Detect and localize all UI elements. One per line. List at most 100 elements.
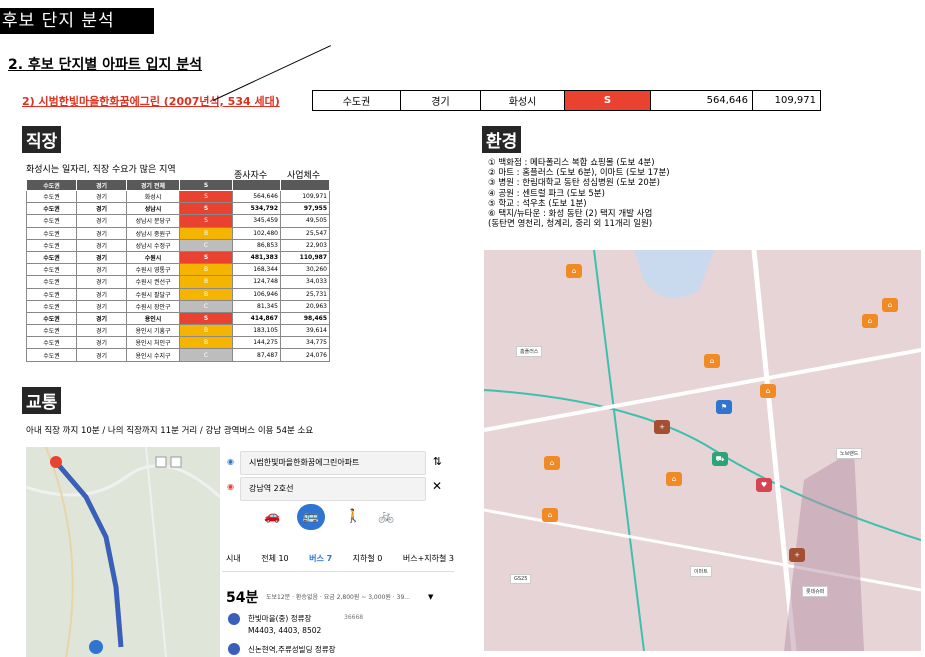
table-cell: 수도권 [26, 287, 77, 301]
car-mode-icon[interactable]: 🚗 [264, 509, 280, 524]
table-cell: 성남시 수정구 [126, 238, 180, 252]
table-cell: 경기 [76, 311, 127, 326]
tab-subway[interactable]: 지하철 0 [353, 553, 383, 564]
bike-mode-icon[interactable]: 🚲 [378, 509, 394, 524]
table-cell: 수도권 [26, 189, 77, 204]
table-cell: 87,487 [232, 348, 281, 362]
table-cell: 수도권 [26, 238, 77, 252]
shopping-marker-icon[interactable]: ♥ [756, 478, 772, 492]
grade-cell: S [179, 214, 233, 228]
place-marker-icon[interactable]: ⌂ [760, 384, 776, 398]
grade-cell: C [179, 299, 233, 313]
table-header-cell: 경기 전체 [126, 179, 180, 191]
summary-cell: 화성시 [480, 90, 565, 111]
tab-all[interactable]: 전체 10 [261, 553, 288, 564]
place-marker-icon[interactable]: ⌂ [666, 472, 682, 486]
origin-field[interactable]: 시범한빛마을한화꿈에그린아파트 [240, 451, 426, 475]
table-row: 수도권 경기 성남시 분당구 S 345,459 49,505 [26, 214, 330, 228]
table-cell: 성남시 [126, 202, 180, 216]
table-cell: 수도권 [26, 263, 77, 277]
bus-stop-icon [228, 643, 240, 655]
table-cell: 경기 [76, 275, 127, 289]
tab-bus[interactable]: 버스 7 [309, 553, 332, 564]
route-panel: ◉ 시범한빛마을한화꿈에그린아파트 ⇅ ◉ 강남역 2호선 ✕ 🚗 🚌 🚶 🚲 … [222, 447, 454, 657]
summary-cell: 경기 [400, 90, 481, 111]
table-cell: 수도권 [26, 311, 77, 326]
table-cell: 49,505 [280, 214, 330, 228]
table-row: 수도권 경기 수원시 팔달구 B 106,946 25,731 [26, 287, 330, 301]
map-label: 이마트 [690, 566, 712, 577]
table-cell: 183,105 [232, 324, 281, 338]
map-label: 홈플러스 [516, 346, 543, 357]
table-cell: 24,076 [280, 348, 330, 362]
walk-mode-icon[interactable]: 🚶 [345, 509, 361, 524]
chevron-down-icon[interactable]: ▼ [428, 593, 433, 601]
place-marker-icon[interactable]: ⌂ [542, 508, 558, 522]
origin-dot-icon: ◉ [227, 457, 234, 466]
grade-cell: B [179, 263, 233, 277]
tab-city[interactable]: 시내 [226, 553, 241, 564]
table-header-cell: 수도권 [26, 179, 77, 191]
table-row: 수도권 경기 화성시 S 564,646 109,971 [312, 90, 821, 111]
table-cell: 경기 [76, 189, 127, 204]
table-cell: 용인시 [126, 311, 180, 326]
table-cell: 수도권 [26, 226, 77, 240]
table-cell: 30,260 [280, 263, 330, 277]
section-label-traffic: 교통 [22, 387, 62, 414]
place-marker-icon[interactable]: ⌂ [704, 354, 720, 368]
bus-stop-icon [228, 613, 240, 625]
complex-title: 2) 시범한빛마을한화꿈에그린 (2007년식, 534 세대) [22, 95, 280, 108]
destination-field[interactable]: 강남역 2호선 [240, 477, 426, 501]
table-row: 수도권 경기 수원시 영통구 B 168,344 30,260 [26, 263, 330, 277]
table-cell: 수원시 영통구 [126, 263, 180, 277]
place-marker-icon[interactable]: ⌂ [882, 298, 898, 312]
table-cell: 경기 [76, 299, 127, 313]
table-cell: 성남시 중원구 [126, 226, 180, 240]
table-cell: 102,480 [232, 226, 281, 240]
place-marker-icon[interactable]: ⌂ [566, 264, 582, 278]
route-map-svg [26, 447, 220, 657]
table-cell: 34,775 [280, 336, 330, 350]
map-label: GS25 [510, 574, 532, 584]
section-heading: 2. 후보 단지별 아파트 입지 분석 [8, 57, 202, 73]
table-cell: 564,646 [232, 189, 281, 204]
bus-mode-icon[interactable]: 🚌 [297, 504, 325, 530]
list-item: ① 백화점 : 메타폴리스 복합 쇼핑몰 (도보 4분) [488, 158, 655, 168]
table-cell: 86,853 [232, 238, 281, 252]
close-icon[interactable]: ✕ [432, 479, 442, 493]
summary-grade: S [564, 90, 651, 111]
zoom-in-icon[interactable] [155, 456, 167, 468]
traffic-note: 아내 직장 까지 10분 / 나의 직장까지 11분 거리 / 강남 광역버스 … [26, 426, 314, 436]
end-marker-icon [89, 640, 103, 654]
table-header-cell [280, 179, 330, 191]
route-duration: 54분 [226, 590, 259, 606]
area-map[interactable]: ⌂ ⌂ ⌂ ⌂ ⌂ ⌂ ⌂ ⌂ + + ⛟ ⚑ ♥ 홈플러스 노브랜드 이마트 … [484, 250, 921, 651]
list-item: ④ 공원 : 센트럴 파크 (도보 5분) [488, 188, 605, 199]
list-item: ③ 병원 : 한림대학교 동탄 성심병원 (도보 20분) [488, 178, 660, 189]
mart-marker-icon[interactable]: ⛟ [712, 452, 728, 466]
tab-bus-subway[interactable]: 버스+지하철 3 [403, 553, 454, 564]
table-cell: 수원시 권선구 [126, 275, 180, 289]
table-cell: 용인시 기흥구 [126, 324, 180, 338]
zoom-out-icon[interactable] [170, 456, 182, 468]
job-table-body: 수도권 경기 화성시 S 564,646 109,971 수도권 경기 성남시 S 534,792 9… [26, 189, 330, 362]
table-cell: 화성시 [126, 189, 180, 204]
place-marker-icon[interactable]: ⌂ [862, 314, 878, 328]
route-map[interactable] [26, 447, 220, 657]
table-cell: 경기 [76, 324, 127, 338]
place-marker-icon[interactable]: ⌂ [544, 456, 560, 470]
summary-cell: 109,971 [752, 90, 821, 111]
hospital-marker-icon[interactable]: + [654, 420, 670, 434]
table-cell: 345,459 [232, 214, 281, 228]
list-item: (동탄면 영천리, 청계리, 중리 외 11개리 일원) [488, 219, 653, 230]
hospital-marker-icon[interactable]: + [789, 548, 805, 562]
list-item: ⑥ 택지/뉴타운 : 화성 동탄 (2) 택지 개발 사업 [488, 209, 653, 220]
section-label-job: 직장 [22, 126, 62, 153]
job-table: 수도권 경기 경기 전체 S 수도권 경기 화성시 S 564,646 109,971 수도… [26, 179, 330, 362]
table-cell: 20,963 [280, 299, 330, 313]
table-cell: 144,275 [232, 336, 281, 350]
swap-icon[interactable]: ⇅ [433, 455, 442, 468]
summary-table: 수도권 경기 화성시 S 564,646 109,971 [312, 90, 821, 111]
station-marker-icon[interactable]: ⚑ [716, 400, 732, 414]
table-cell: 97,955 [280, 202, 330, 216]
